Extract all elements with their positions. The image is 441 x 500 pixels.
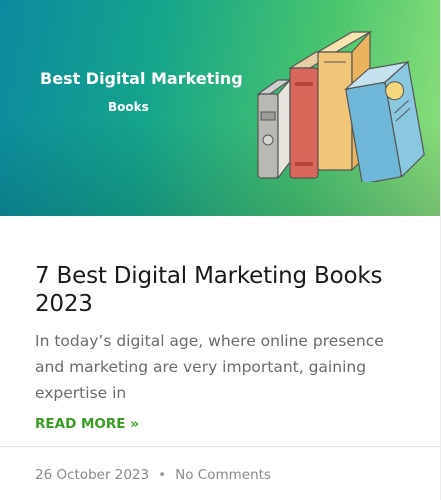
comments-link[interactable]: No Comments [175, 467, 271, 483]
post-excerpt: In today’s digital age, where online pre… [35, 332, 384, 402]
grey-book-icon [256, 78, 292, 180]
post-title[interactable]: 7 Best Digital Marketing Books 2023 [35, 262, 415, 318]
meta-separator: • [158, 467, 167, 483]
post-card: Best Digital Marketing Books 7 Best Digi… [0, 0, 441, 500]
banner-subtitle: Books [108, 100, 149, 114]
banner-title: Best Digital Marketing [40, 69, 243, 88]
post-thumbnail-link[interactable]: Best Digital Marketing Books [0, 0, 440, 216]
post-meta: 26 October 2023 • No Comments [35, 466, 271, 484]
books-illustration-icon [256, 30, 425, 182]
post-date: 26 October 2023 [35, 467, 150, 483]
meta-divider [0, 446, 440, 447]
read-more-link[interactable]: READ MORE » [35, 415, 139, 433]
